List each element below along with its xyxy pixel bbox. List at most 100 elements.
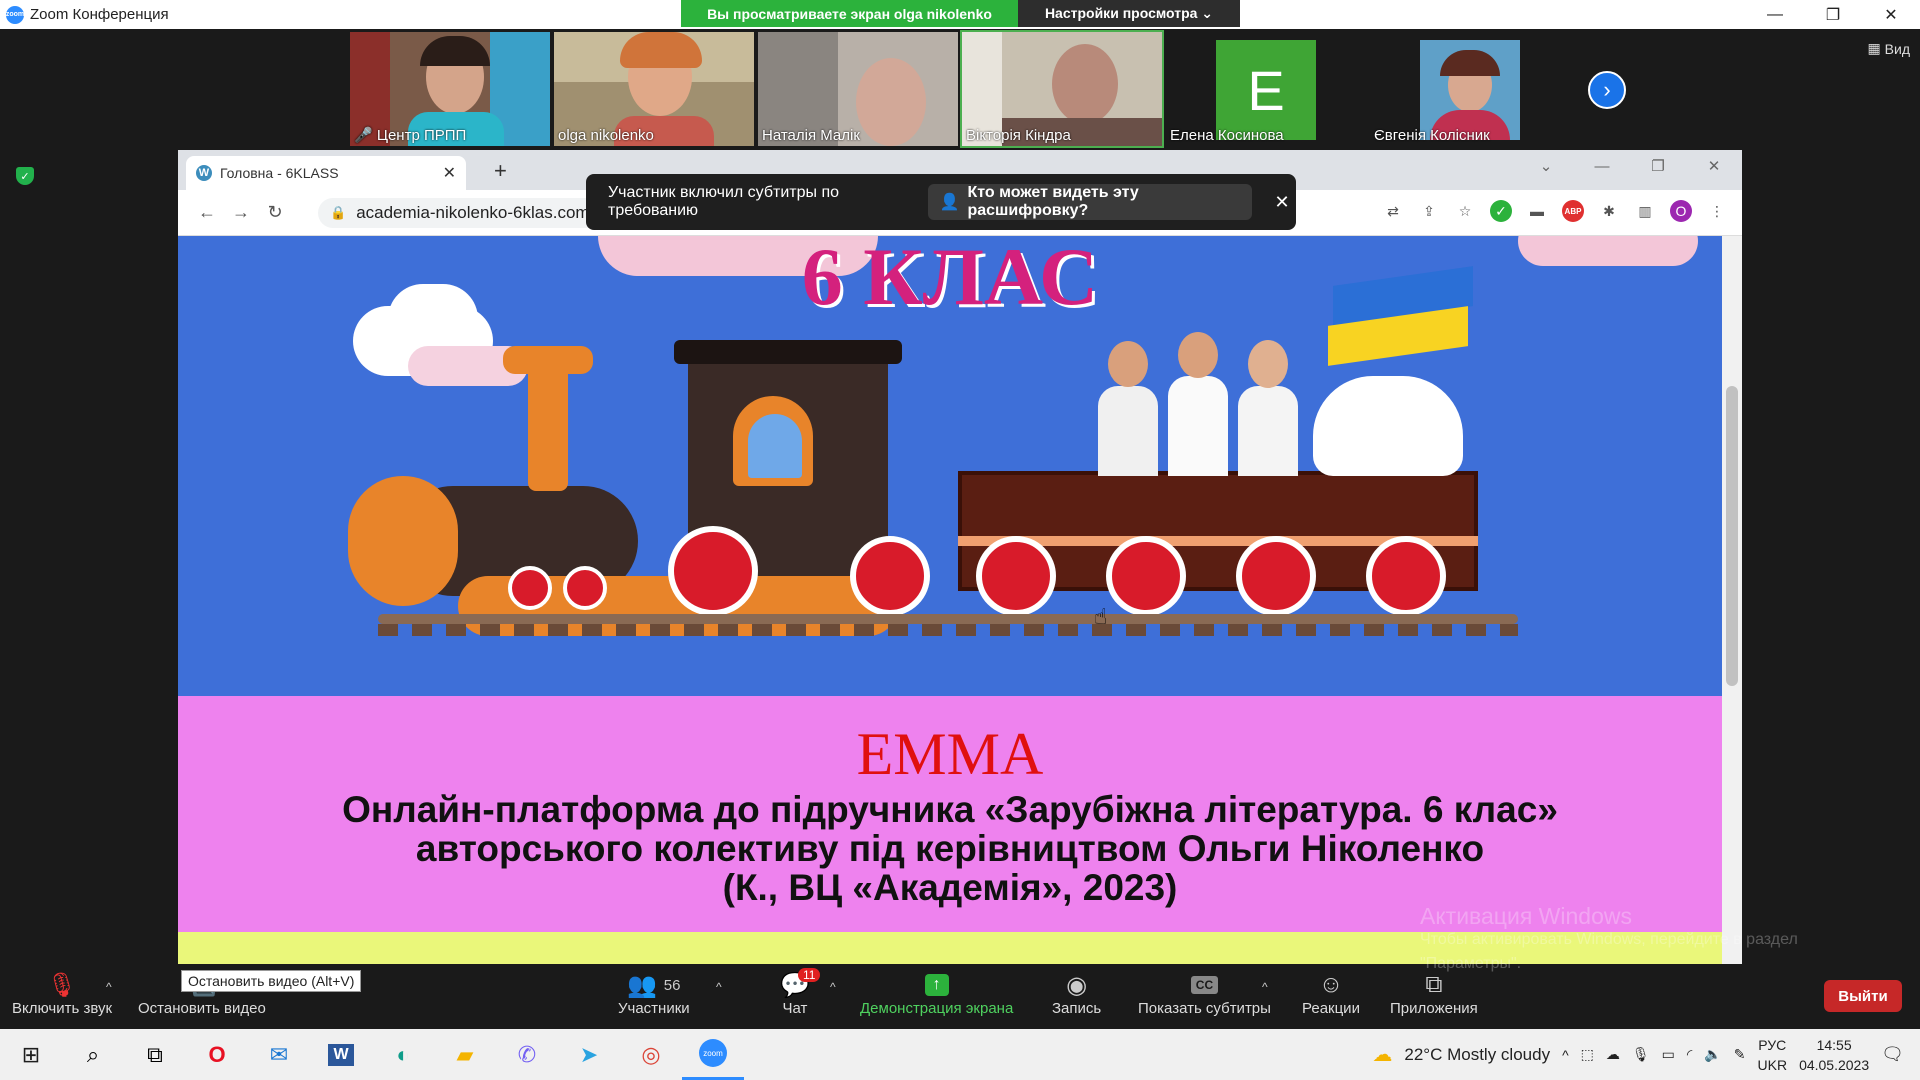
task-view-icon[interactable]: ⧉ — [124, 1029, 186, 1080]
subtitle-line: (К., ВЦ «Академія», 2023) — [722, 867, 1178, 908]
menu-kebab-icon[interactable]: ⋮ — [1706, 200, 1728, 222]
weather-cloud-icon: ☁ — [1372, 1044, 1393, 1066]
bookmark-star-icon[interactable]: ☆ — [1454, 200, 1476, 222]
browser-maximize-button[interactable]: ❐ — [1630, 150, 1686, 184]
show-hidden-icons[interactable]: ^ — [1562, 1047, 1569, 1063]
sidebar-icon[interactable]: ▥ — [1634, 200, 1656, 222]
start-windows-icon[interactable]: ⊞ — [0, 1029, 62, 1080]
pen-icon[interactable]: ✎ — [1734, 1046, 1746, 1063]
adblock-icon[interactable]: ABP — [1562, 200, 1584, 222]
page-scrollbar[interactable] — [1722, 236, 1742, 964]
viber-icon[interactable]: ✆ — [496, 1029, 558, 1080]
word-icon[interactable]: W — [310, 1029, 372, 1080]
language-indicator[interactable]: РУС UKR — [1758, 1035, 1788, 1075]
windows-taskbar: ⊞ ⌕ ⧉ O ✉ W ◐ ▰ ✆ ➤ ◎ zoom ☁ 22°C Mostly… — [0, 1029, 1920, 1080]
participant-name: 🎤 Центр ПРПП — [354, 127, 467, 144]
participant-name: Наталія Малік — [762, 127, 860, 144]
muted-mic-icon: 🎤 — [354, 127, 373, 144]
chevron-right-icon: › — [1603, 77, 1611, 102]
grid-icon: ▦ — [1867, 40, 1881, 56]
avatar: E — [1216, 40, 1316, 140]
notifications-icon[interactable]: 🗨 — [1881, 1044, 1904, 1065]
next-page-button[interactable]: › — [1588, 71, 1626, 109]
zoom-taskbar-icon[interactable]: zoom — [682, 1029, 744, 1080]
microphone-icon[interactable]: 🎙 — [1632, 1046, 1650, 1063]
close-popup-icon[interactable]: ✕ — [1268, 187, 1296, 217]
share-icon[interactable]: ⇪ — [1418, 200, 1440, 222]
view-button[interactable]: ▦ Вид — [1867, 40, 1910, 57]
participant-tile[interactable]: olga nikolenko — [554, 32, 754, 146]
puzzle-extensions-icon[interactable]: ✱ — [1598, 200, 1620, 222]
weather-text[interactable]: 22°C Mostly cloudy — [1404, 1045, 1550, 1065]
caption-notice: Участник включил субтитры по требованию — [608, 184, 840, 219]
participant-name: Елена Косинова — [1170, 127, 1284, 144]
child — [1238, 386, 1298, 476]
subtitle-line: авторського колективу під керівництвом О… — [415, 828, 1485, 869]
scrollbar-thumb[interactable] — [1726, 386, 1738, 686]
security-shield-icon[interactable]: ✓ — [16, 167, 34, 185]
telegram-icon[interactable]: ➤ — [558, 1029, 620, 1080]
view-settings-button[interactable]: Настройки просмотра ⌄ — [1018, 0, 1240, 27]
translate-icon[interactable]: ⇄ — [1382, 200, 1404, 222]
mail-icon[interactable]: ✉ — [248, 1029, 310, 1080]
captions-button[interactable]: CC Показать субтитры — [1138, 970, 1271, 1017]
tab-search-icon[interactable]: ⌄ — [1518, 150, 1574, 184]
child — [1168, 376, 1228, 476]
volume-icon[interactable]: 🔈 — [1704, 1046, 1721, 1063]
participant-tile[interactable]: Євгенія Колісник — [1370, 32, 1570, 146]
window-title: Zoom Конференция — [30, 6, 169, 23]
chrome-icon[interactable]: ◎ — [620, 1029, 682, 1080]
hero-title: 6 КЛАС — [801, 236, 1099, 322]
browser-minimize-button[interactable]: — — [1574, 150, 1630, 184]
record-icon: ◉ — [1066, 971, 1088, 999]
network-icon[interactable]: ◜ — [1687, 1046, 1692, 1063]
maximize-button[interactable]: ❐ — [1804, 0, 1862, 29]
meet-now-icon[interactable]: ⬚ — [1581, 1046, 1594, 1063]
edge-icon[interactable]: ◐ — [372, 1029, 434, 1080]
new-tab-button[interactable]: + — [494, 158, 507, 184]
participant-tile[interactable]: 🎤 Центр ПРПП — [350, 32, 550, 146]
intro-section: EMMA Онлайн-платформа до підручника «Зар… — [178, 696, 1722, 932]
chat-options-icon[interactable]: ^ — [830, 980, 836, 994]
participant-tile[interactable]: Наталія Малік — [758, 32, 958, 146]
participant-strip — [0, 29, 1920, 149]
participant-tile-active[interactable]: Вікторія Кіндра — [960, 30, 1164, 148]
cc-icon: CC — [1190, 976, 1219, 994]
captions-options-icon[interactable]: ^ — [1262, 980, 1268, 994]
browser-tab[interactable]: W Головна - 6KLASS ✕ — [186, 156, 466, 190]
wheel — [850, 536, 930, 616]
participants-button[interactable]: 👥 56 Участники — [618, 970, 690, 1018]
forward-icon[interactable]: → — [224, 202, 258, 223]
reactions-button[interactable]: ☺ Реакции — [1302, 970, 1360, 1017]
profile-avatar[interactable]: O — [1670, 200, 1692, 222]
file-explorer-icon[interactable]: ▰ — [434, 1029, 496, 1080]
cat-mascot — [1313, 376, 1463, 476]
participant-tile[interactable]: E Елена Косинова — [1166, 32, 1366, 146]
mic-muted-icon: 🎙 — [46, 971, 78, 999]
leave-button[interactable]: Выйти — [1824, 980, 1902, 1012]
opera-icon[interactable]: O — [186, 1029, 248, 1080]
avatar — [1420, 40, 1520, 140]
battery-icon[interactable]: ▭ — [1662, 1046, 1675, 1063]
participants-options-icon[interactable]: ^ — [716, 980, 722, 994]
reload-icon[interactable]: ↻ — [258, 202, 292, 223]
screen-extension-icon[interactable]: ▬ — [1526, 200, 1548, 222]
back-icon[interactable]: ← — [190, 202, 224, 223]
record-button[interactable]: ◉ Запись — [1052, 970, 1101, 1018]
unmute-button[interactable]: 🎙 Включить звук — [12, 970, 112, 1018]
lock-icon: 🔒 — [330, 205, 347, 220]
close-tab-icon[interactable]: ✕ — [443, 163, 456, 183]
wheel — [1106, 536, 1186, 616]
audio-options-icon[interactable]: ^ — [106, 980, 112, 994]
apps-button[interactable]: ⧉ Приложения — [1390, 970, 1478, 1017]
clock[interactable]: 14:55 04.05.2023 — [1799, 1035, 1869, 1075]
browser-close-button[interactable]: ✕ — [1686, 150, 1742, 184]
participant-name: olga nikolenko — [558, 127, 654, 144]
who-can-see-transcript-button[interactable]: 👤 Кто может видеть эту расшифровку? — [927, 184, 1253, 220]
close-button[interactable]: ✕ — [1862, 0, 1920, 29]
check-extension-icon[interactable]: ✓ — [1490, 200, 1512, 222]
search-icon[interactable]: ⌕ — [62, 1029, 124, 1080]
share-screen-button[interactable]: ↑ Демонстрация экрана — [860, 970, 1013, 1017]
onedrive-icon[interactable]: ☁ — [1606, 1046, 1620, 1063]
minimize-button[interactable]: — — [1746, 0, 1804, 29]
